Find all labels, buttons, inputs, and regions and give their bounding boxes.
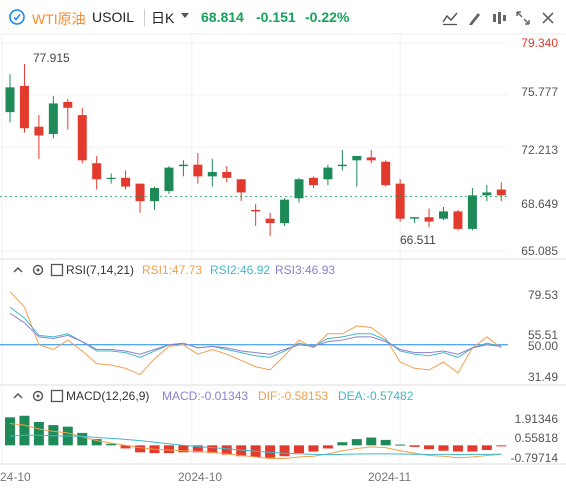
candle-body (19, 85, 29, 129)
macd-axis-label: -0.79714 (510, 451, 558, 465)
rsi-axis-label: 50.00 (527, 339, 558, 353)
macd-bar (163, 445, 174, 454)
indicator-box-icon[interactable] (50, 389, 64, 406)
macd-bar (308, 445, 319, 452)
candle-body (280, 199, 290, 224)
candle-body (150, 188, 159, 202)
date-axis-label: 24-10 (0, 470, 31, 484)
macd-axis-label: 0.55818 (514, 431, 558, 445)
macd-bar (467, 445, 478, 452)
macd-bar (351, 439, 362, 446)
macd-bar (438, 445, 449, 451)
macd-label[interactable]: MACD(12,26,9) (66, 389, 149, 403)
dea-value: DEA:-0.57482 (338, 389, 414, 403)
macd-bar (496, 445, 507, 447)
candle-body (381, 161, 391, 186)
collapse-chevron-icon[interactable] (12, 264, 24, 279)
candle-body (48, 103, 58, 135)
rsi-line-rsi2 (9, 306, 502, 358)
collapse-chevron-icon[interactable] (12, 390, 24, 405)
macd-bar (380, 439, 391, 446)
candle-body (337, 164, 347, 167)
macd-bar (409, 445, 420, 447)
macd-bar (77, 432, 88, 446)
macd-bar (279, 445, 290, 457)
candle-body (106, 177, 116, 180)
macd-axis-label: 1.91346 (514, 412, 558, 426)
rsi3-value: RSI3:46.93 (275, 263, 336, 277)
candle-body (294, 179, 304, 199)
date-axis-label: 2024-10 (178, 470, 223, 484)
rsi2-value: RSI2:46.92 (210, 263, 271, 277)
candle-body (164, 167, 174, 191)
candle-body (323, 167, 333, 180)
rsi-panel-header: RSI(7,14,21) RSI1:47.73 RSI2:46.92 RSI3:… (0, 263, 566, 281)
rsi1-value: RSI1:47.73 (142, 263, 203, 277)
macd-bar (19, 415, 30, 446)
candle-body (135, 183, 145, 202)
macd-bar (337, 442, 348, 446)
candle-body (395, 183, 405, 219)
dif-value: DIF:-0.58153 (258, 389, 329, 403)
candle-body (193, 164, 203, 177)
candle-body (77, 115, 87, 161)
price-axis-label: 79.340 (521, 36, 558, 50)
price-axis-label: 65.085 (521, 244, 558, 258)
rsi-line-rsi1 (9, 291, 502, 376)
candle-body (453, 211, 463, 229)
candle-body (352, 155, 362, 161)
macd-bar (452, 445, 463, 452)
candle-body (178, 164, 188, 167)
candle-body (366, 157, 376, 161)
rsi-axis-label: 31.49 (527, 370, 558, 384)
candle-body (236, 179, 246, 193)
high-price-label: 77.915 (33, 51, 70, 65)
candle-body (424, 217, 434, 222)
candle-body (5, 87, 15, 113)
macd-bar (265, 445, 276, 458)
indicator-box-icon[interactable] (50, 263, 64, 280)
gear-icon[interactable] (31, 263, 45, 280)
date-axis-label: 2024-11 (368, 470, 412, 484)
kline-chart[interactable] (0, 0, 566, 491)
candle-body (92, 163, 102, 180)
macd-bar (366, 437, 377, 446)
candle-body (121, 177, 131, 187)
rsi-axis-label: 79.53 (527, 288, 558, 302)
candle-body (439, 211, 448, 219)
macd-bar (5, 417, 15, 446)
low-price-label: 66.511 (400, 233, 436, 247)
candle-body (34, 126, 44, 136)
candle-body (496, 189, 506, 196)
macd-panel-header: MACD(12,26,9) MACD:-0.01343 DIF:-0.58153… (0, 389, 566, 407)
price-axis-label: 75.777 (521, 85, 558, 99)
candle-body (308, 177, 318, 186)
macd-bar (395, 444, 406, 446)
macd-bar (135, 445, 146, 453)
candle-body (63, 101, 73, 108)
gear-icon[interactable] (31, 389, 45, 406)
candle-body (265, 218, 275, 224)
macd-bar (481, 445, 492, 450)
macd-bar (424, 445, 435, 450)
macd-bar (33, 422, 44, 446)
price-axis-label: 72.213 (521, 143, 558, 157)
rsi-label[interactable]: RSI(7,14,21) (66, 263, 134, 277)
candle-body (207, 171, 217, 177)
candle-body (222, 171, 232, 178)
rsi-line-rsi3 (9, 312, 502, 355)
candle-body (467, 195, 477, 229)
macd-bar (294, 445, 304, 454)
macd-bar (322, 445, 333, 449)
macd-value: MACD:-0.01343 (162, 389, 249, 403)
price-axis-label: 68.649 (521, 197, 558, 211)
candle-body (482, 192, 492, 196)
candle-body (251, 209, 261, 212)
candle-body (410, 217, 420, 219)
